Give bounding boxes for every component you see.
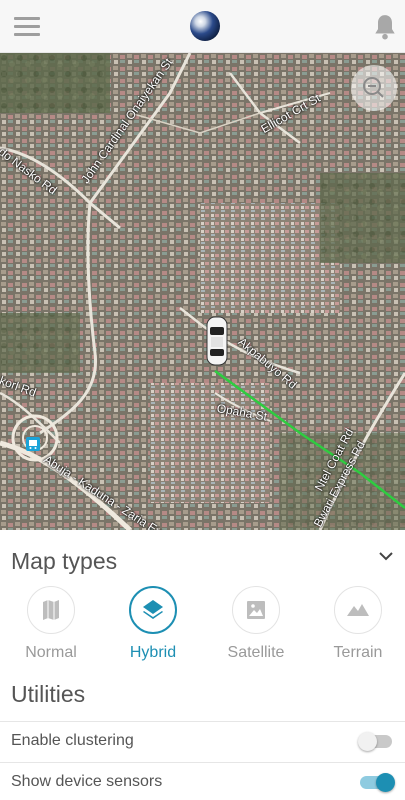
layers-icon xyxy=(129,586,177,634)
bell-icon[interactable] xyxy=(372,13,398,41)
terrain-icon xyxy=(334,586,382,634)
maptype-normal[interactable]: Normal xyxy=(11,586,91,662)
car-marker-icon[interactable] xyxy=(205,315,229,367)
clustering-toggle[interactable] xyxy=(358,732,394,751)
map-icon xyxy=(27,586,75,634)
maptype-label: Normal xyxy=(25,644,77,661)
setting-label: Enable clustering xyxy=(11,732,134,749)
zoom-out-icon xyxy=(363,77,384,98)
settings-panel: Map types Normal Hybrid Satellite Terrai… xyxy=(0,530,405,800)
app-bar xyxy=(0,0,405,53)
maptype-label: Terrain xyxy=(333,644,383,661)
maptype-terrain[interactable]: Terrain xyxy=(318,586,398,662)
map-view[interactable]: John Cardinal Onaiyekan St Ellicot Crt S… xyxy=(0,53,405,530)
setting-label: Show device sensors xyxy=(11,773,163,790)
maptype-label: Hybrid xyxy=(129,644,177,661)
image-icon xyxy=(232,586,280,634)
utilities-title: Utilities xyxy=(11,681,86,707)
maptype-label: Satellite xyxy=(227,644,285,661)
sensors-toggle[interactable] xyxy=(358,773,395,792)
globe-logo xyxy=(190,11,220,41)
setting-row-clustering[interactable]: Enable clustering xyxy=(0,721,405,759)
maptype-satellite[interactable]: Satellite xyxy=(216,586,296,662)
map-types-title: Map types xyxy=(11,548,118,574)
chevron-down-icon[interactable] xyxy=(377,550,395,562)
maptype-hybrid[interactable]: Hybrid xyxy=(113,586,193,662)
setting-row-sensors[interactable]: Show device sensors xyxy=(0,762,405,800)
hamburger-menu-icon[interactable] xyxy=(14,17,40,37)
zoom-out-button[interactable] xyxy=(351,65,397,111)
bus-stop-icon[interactable] xyxy=(26,437,40,451)
